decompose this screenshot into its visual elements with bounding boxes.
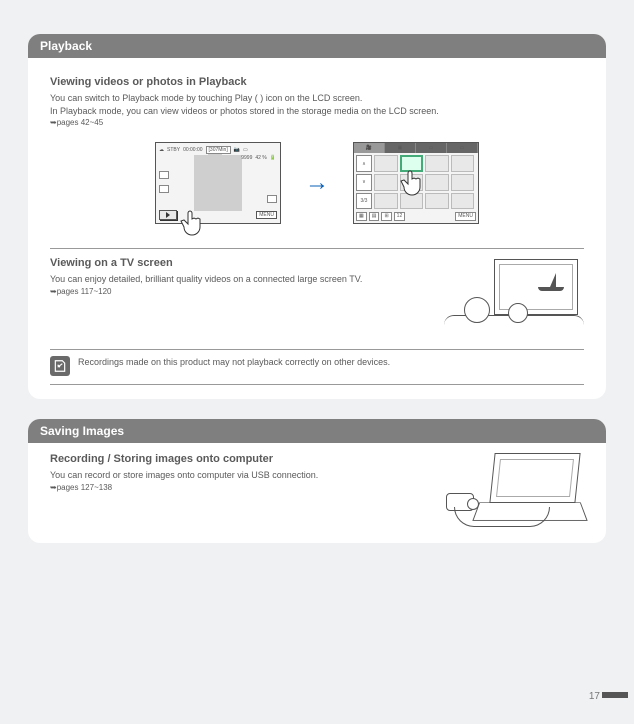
saving-header: Saving Images xyxy=(28,419,606,443)
page-down-button[interactable]: ∨ xyxy=(356,174,372,191)
saving-body: You can record or store images onto comp… xyxy=(50,469,430,482)
saving-card: Saving Images Recording / Storing images… xyxy=(28,419,606,543)
note-text: Recordings made on this product may not … xyxy=(78,356,390,369)
hand-pointer-icon-2 xyxy=(398,169,428,199)
playback-card: Playback Viewing videos or photos in Pla… xyxy=(28,34,606,399)
playback-header-text: Playback xyxy=(40,39,92,53)
viewing-body2: In Playback mode, you can view videos or… xyxy=(50,105,584,118)
playback-header: Playback xyxy=(28,34,606,58)
saving-header-text: Saving Images xyxy=(40,424,124,438)
tab-hd[interactable]: ▣ xyxy=(385,143,416,153)
arrow-icon: → xyxy=(305,169,329,197)
play-mode-button[interactable] xyxy=(159,210,177,220)
thumb-count: 12 xyxy=(394,212,406,221)
lcd-counter: 9999 xyxy=(241,155,252,161)
note-icon xyxy=(50,356,70,376)
lcd-shooting-screen: ☁ STBY 00:00:00 [307Min] 📷▭ 9999 42 % 🔋 xyxy=(155,142,281,224)
menu-button-1[interactable]: MENU xyxy=(256,211,277,219)
viewing-subsection: Viewing videos or photos in Playback You… xyxy=(50,68,584,248)
saving-ref: ➥pages 127~138 xyxy=(50,482,430,493)
view-mode-2[interactable]: ▤ xyxy=(369,212,380,221)
saving-title: Recording / Storing images onto computer xyxy=(50,453,430,465)
viewing-ref: ➥pages 42~45 xyxy=(50,117,584,128)
page-corner-decoration xyxy=(602,692,628,698)
viewing-body1: You can switch to Playback mode by touch… xyxy=(50,92,584,105)
lcd-thumbnail-screen: 🎥 ▣ ▭ ▭ ∧ ∨ 3/3 xyxy=(353,142,479,224)
laptop-illustration xyxy=(444,453,584,529)
pager-label: 3/3 xyxy=(356,193,372,210)
lcd-battery: 42 % xyxy=(255,155,266,161)
lcd-mode: STBY xyxy=(167,147,180,153)
tv-subsection: Viewing on a TV screen You can enjoy det… xyxy=(50,248,584,349)
view-mode-1[interactable]: ▦ xyxy=(356,212,367,221)
figure-row: ☁ STBY 00:00:00 [307Min] 📷▭ 9999 42 % 🔋 xyxy=(50,142,584,224)
page-up-button[interactable]: ∧ xyxy=(356,155,372,172)
tv-ref: ➥pages 117~120 xyxy=(50,286,428,297)
tab-video[interactable]: 🎥 xyxy=(354,143,385,153)
view-mode-3[interactable]: ⊞ xyxy=(381,212,391,221)
tv-title: Viewing on a TV screen xyxy=(50,257,428,269)
tv-body: You can enjoy detailed, brilliant qualit… xyxy=(50,273,428,286)
lcd-remain: [307Min] xyxy=(206,146,231,154)
note-section: Recordings made on this product may not … xyxy=(50,349,584,385)
tab-other[interactable]: ▭ xyxy=(447,143,478,153)
tab-photo[interactable]: ▭ xyxy=(416,143,447,153)
viewing-title: Viewing videos or photos in Playback xyxy=(50,76,584,88)
page-number: 17 xyxy=(589,691,600,702)
menu-button-2[interactable]: MENU xyxy=(455,212,476,221)
tv-illustration xyxy=(444,257,584,335)
lcd-time: 00:00:00 xyxy=(183,147,202,153)
hand-pointer-icon xyxy=(178,209,208,239)
